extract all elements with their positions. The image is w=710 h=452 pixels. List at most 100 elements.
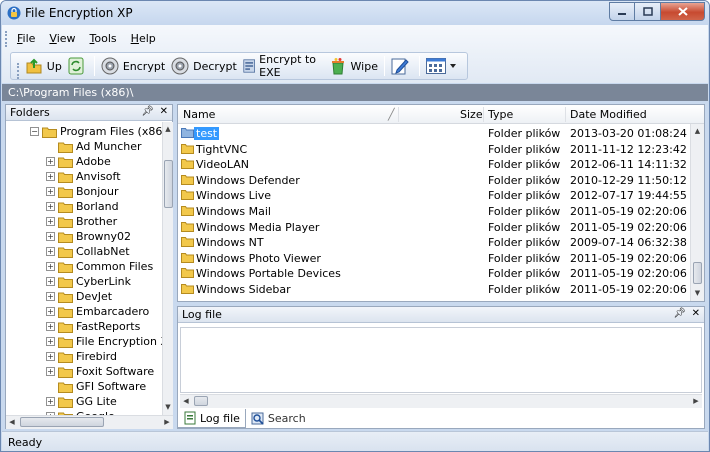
scroll-thumb[interactable] xyxy=(693,262,702,284)
tree-item[interactable]: + Brother xyxy=(46,214,117,229)
file-row[interactable]: Windows Photo Viewer Folder plików 2011-05… xyxy=(178,251,690,266)
expand-icon[interactable]: + xyxy=(46,397,55,406)
tree-item[interactable]: + Firebird xyxy=(46,349,117,364)
expand-icon[interactable]: + xyxy=(46,367,55,376)
column-header-type[interactable]: Type xyxy=(488,108,513,121)
file-row[interactable]: test Folder plików 2013-03-20 01:08:24 xyxy=(178,126,690,141)
tree-item[interactable]: + Anvisoft xyxy=(46,169,121,184)
minimize-button[interactable] xyxy=(609,2,635,21)
window-title: File Encryption XP xyxy=(25,6,133,20)
tree-item[interactable]: + CyberLink xyxy=(46,274,131,289)
scroll-right-icon[interactable]: ▶ xyxy=(161,415,173,430)
refresh-button[interactable] xyxy=(65,54,91,78)
pin-icon[interactable]: 📌︎ xyxy=(673,308,686,319)
file-row[interactable]: Windows NT Folder plików 2009-07-14 06:32:… xyxy=(178,235,690,250)
expand-icon[interactable]: + xyxy=(46,202,55,211)
file-name: Windows Defender xyxy=(196,173,300,187)
folder-tree[interactable]: − Program Files (x86) Ad Muncher + Adobe + A… xyxy=(6,122,162,415)
file-row[interactable]: Windows Sidebar Folder plików 2011-05-19 0… xyxy=(178,282,690,297)
folders-vertical-scrollbar[interactable]: ▲ ▼ xyxy=(162,122,173,415)
tree-item-root[interactable]: − Program Files (x86) xyxy=(30,124,162,139)
menu-help[interactable]: Help xyxy=(124,29,163,49)
encrypt-button[interactable]: Encrypt xyxy=(98,54,168,78)
up-button[interactable]: Up xyxy=(22,54,65,78)
log-text-area[interactable] xyxy=(180,327,702,393)
expand-icon[interactable]: + xyxy=(46,277,55,286)
expand-icon[interactable]: + xyxy=(46,262,55,271)
scroll-thumb[interactable] xyxy=(20,417,104,427)
close-panel-icon[interactable]: ✕ xyxy=(692,308,700,319)
tree-item[interactable]: + File Encryption XP xyxy=(46,334,162,349)
tree-item[interactable]: + Bonjour xyxy=(46,184,119,199)
maximize-button[interactable] xyxy=(635,2,661,21)
encrypt-to-exe-button[interactable]: Encrypt to EXE xyxy=(240,53,326,79)
toolbar-grip[interactable] xyxy=(17,63,20,79)
decrypt-button[interactable]: Decrypt xyxy=(168,54,240,78)
collapse-icon[interactable]: − xyxy=(30,127,39,136)
expand-icon[interactable]: + xyxy=(46,247,55,256)
column-divider[interactable] xyxy=(483,107,484,122)
menu-file[interactable]: File xyxy=(10,29,42,49)
expand-icon[interactable]: + xyxy=(46,322,55,331)
expand-icon[interactable]: + xyxy=(46,352,55,361)
column-header-date[interactable]: Date Modified xyxy=(570,108,647,121)
file-row[interactable]: Windows Portable Devices Folder plików 201… xyxy=(178,266,690,281)
scroll-right-icon[interactable]: ▶ xyxy=(690,394,702,409)
column-header-size[interactable]: Size xyxy=(460,108,483,121)
file-type: Folder plików xyxy=(488,267,561,281)
folders-horizontal-scrollbar[interactable]: ◀ ▶ xyxy=(6,415,173,429)
expand-icon[interactable]: + xyxy=(46,307,55,316)
scroll-left-icon[interactable]: ◀ xyxy=(180,394,192,409)
wipe-button[interactable]: Wipe xyxy=(326,54,381,78)
tree-item[interactable]: + GG Lite xyxy=(46,394,117,409)
tree-item[interactable]: + DevJet xyxy=(46,289,112,304)
file-list-vertical-scrollbar[interactable]: ▲ ▼ xyxy=(690,124,704,301)
file-row[interactable]: Windows Mail Folder plików 2011-05-19 02:2… xyxy=(178,204,690,219)
pin-icon[interactable]: 📌︎ xyxy=(141,106,154,117)
scroll-down-icon[interactable]: ▼ xyxy=(163,400,173,415)
title-bar[interactable]: File Encryption XP xyxy=(1,1,709,25)
options-button[interactable] xyxy=(388,54,416,78)
file-row[interactable]: TightVNC Folder plików 2011-11-12 12:23:42 xyxy=(178,142,690,157)
scroll-up-icon[interactable]: ▲ xyxy=(691,124,704,139)
close-button[interactable] xyxy=(661,2,705,21)
tree-item[interactable]: GFI Software xyxy=(46,379,146,394)
close-panel-icon[interactable]: ✕ xyxy=(160,106,168,117)
file-row[interactable]: VideoLAN Folder plików 2012-06-11 14:11:32 xyxy=(178,157,690,172)
tree-item[interactable]: + CollabNet xyxy=(46,244,130,259)
tree-item[interactable]: + Foxit Software xyxy=(46,364,154,379)
tree-item[interactable]: + Adobe xyxy=(46,154,111,169)
tree-item[interactable]: + FastReports xyxy=(46,319,140,334)
expand-icon[interactable]: + xyxy=(46,157,55,166)
expand-icon[interactable]: + xyxy=(46,172,55,181)
menu-tools[interactable]: Tools xyxy=(83,29,124,49)
column-header-name[interactable]: Name xyxy=(183,108,215,121)
expand-icon[interactable]: + xyxy=(46,337,55,346)
scroll-thumb[interactable] xyxy=(164,160,173,208)
tree-item[interactable]: + Borland xyxy=(46,199,119,214)
tab-search[interactable]: Search xyxy=(246,409,311,428)
expand-icon[interactable]: + xyxy=(46,292,55,301)
column-divider[interactable] xyxy=(398,107,399,122)
tree-item[interactable]: + Browny02 xyxy=(46,229,131,244)
scroll-thumb[interactable] xyxy=(194,396,208,406)
log-horizontal-scrollbar[interactable]: ◀ ▶ xyxy=(180,394,702,408)
scroll-down-icon[interactable]: ▼ xyxy=(691,286,704,301)
folder-selected-icon xyxy=(181,128,194,138)
menubar-grip[interactable] xyxy=(5,31,8,47)
scroll-left-icon[interactable]: ◀ xyxy=(6,415,18,430)
file-row[interactable]: Windows Live Folder plików 2012-07-17 19:4… xyxy=(178,188,690,203)
column-divider[interactable] xyxy=(565,107,566,122)
file-row[interactable]: Windows Media Player Folder plików 2011-05… xyxy=(178,220,690,235)
menu-view[interactable]: View xyxy=(42,29,82,49)
expand-icon[interactable]: + xyxy=(46,217,55,226)
tab-log-file[interactable]: Log file xyxy=(177,409,246,428)
scroll-up-icon[interactable]: ▲ xyxy=(163,122,173,137)
file-row[interactable]: Windows Defender Folder plików 2010-12-29 … xyxy=(178,173,690,188)
tree-item[interactable]: + Common Files xyxy=(46,259,153,274)
view-mode-button[interactable] xyxy=(423,54,463,78)
expand-icon[interactable]: + xyxy=(46,187,55,196)
tree-item[interactable]: + Embarcadero xyxy=(46,304,149,319)
expand-icon[interactable]: + xyxy=(46,232,55,241)
tree-item[interactable]: Ad Muncher xyxy=(46,139,142,154)
